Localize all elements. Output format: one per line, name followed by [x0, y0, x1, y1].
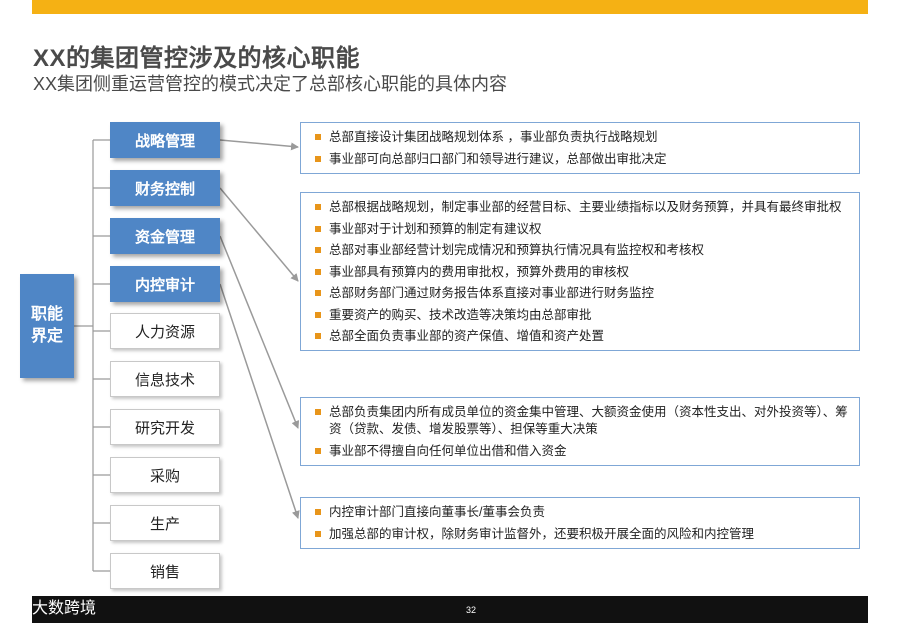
detail-box-capital: 总部负责集团内所有成员单位的资金集中管理、大额资金使用（资本性支出、对外投资等）…: [300, 397, 860, 466]
detail-item: 总部对事业部经营计划完成情况和预算执行情况具有监控权和考核权: [313, 242, 849, 259]
detail-item: 事业部不得擅自向任何单位出借和借入资金: [313, 443, 849, 460]
function-financial-control: 财务控制: [110, 170, 220, 206]
detail-item: 总部负责集团内所有成员单位的资金集中管理、大额资金使用（资本性支出、对外投资等）…: [313, 404, 849, 438]
footer-bar: [32, 596, 868, 623]
arrow-finance: [219, 187, 299, 282]
function-human-resources: 人力资源: [110, 313, 220, 349]
detail-item: 事业部具有预算内的费用审批权，预算外费用的审核权: [313, 264, 849, 281]
watermark-logo-icon: [7, 596, 27, 615]
detail-item: 事业部对于计划和预算的制定有建议权: [313, 221, 849, 238]
function-information-technology: 信息技术: [110, 361, 220, 397]
function-strategy-management: 战略管理: [110, 122, 220, 158]
function-internal-audit: 内控审计: [110, 266, 220, 302]
root-node-label: 职能界定: [30, 306, 63, 345]
detail-box-audit: 内控审计部门直接向董事长/董事会负责 加强总部的审计权，除财务审计监督外，还要积…: [300, 497, 860, 549]
detail-item: 事业部可向总部归口部门和领导进行建议，总部做出审批决定: [313, 151, 849, 168]
function-production: 生产: [110, 505, 220, 541]
detail-item: 总部财务部门通过财务报告体系直接对事业部进行财务监控: [313, 285, 849, 302]
detail-box-strategy: 总部直接设计集团战略规划体系 ，事业部负责执行战略规划 事业部可向总部归口部门和…: [300, 122, 860, 174]
detail-item: 加强总部的审计权，除财务审计监督外，还要积极开展全面的风险和内控管理: [313, 526, 849, 543]
function-sales: 销售: [110, 553, 220, 589]
detail-box-finance: 总部根据战略规划，制定事业部的经营目标、主要业绩指标以及财务预算，并具有最终审批…: [300, 192, 860, 351]
watermark-text: 大数跨境: [32, 600, 97, 617]
watermark: 大数跨境: [6, 594, 96, 618]
function-procurement: 采购: [110, 457, 220, 493]
detail-item: 重要资产的购买、技术改造等决策均由总部审批: [313, 307, 849, 324]
detail-item: 内控审计部门直接向董事长/董事会负责: [313, 504, 849, 521]
detail-item: 总部直接设计集团战略规划体系 ，事业部负责执行战略规划: [313, 129, 849, 146]
root-node-function-definition: 职能界定: [20, 274, 74, 378]
function-capital-management: 资金管理: [110, 218, 220, 254]
function-research-development: 研究开发: [110, 409, 220, 445]
arrow-strategy: [219, 139, 299, 151]
detail-item: 总部根据战略规划，制定事业部的经营目标、主要业绩指标以及财务预算，并具有最终审批…: [313, 199, 849, 216]
page-number: 32: [466, 605, 477, 615]
detail-item: 总部全面负责事业部的资产保值、增值和资产处置: [313, 328, 849, 345]
